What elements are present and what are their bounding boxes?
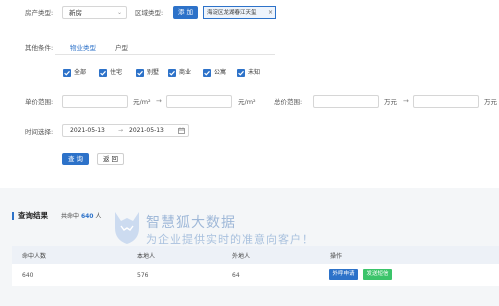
tab-divider xyxy=(55,54,275,55)
check-icon xyxy=(100,70,106,76)
range-arrow: → xyxy=(403,97,409,105)
results-title: 查询结果 xyxy=(18,211,48,220)
results-section: 查询结果 共命中 640 人 智慧狐大数据 为企业提供实时的准意向客户！ 命中人… xyxy=(0,188,499,306)
close-icon[interactable]: × xyxy=(268,8,273,18)
checkbox-villa-label: 别墅 xyxy=(147,69,160,76)
check-icon xyxy=(137,70,143,76)
time-label: 时间选择: xyxy=(25,128,54,136)
col-nonlocal-header: 外地人 xyxy=(232,253,251,260)
checkbox-residential-label: 住宅 xyxy=(110,69,123,76)
table-header: 命中人数 本地人 外地人 操作 xyxy=(12,246,499,264)
cell-hits: 640 xyxy=(22,272,34,279)
other-conditions-label: 其他条件: xyxy=(25,44,54,52)
checkbox-residential[interactable] xyxy=(99,69,107,77)
unit-price-unit-max: 元/m² xyxy=(238,98,256,106)
checkbox-commercial-label: 商业 xyxy=(179,69,192,76)
checkbox-all[interactable] xyxy=(63,69,71,77)
cell-nonlocal: 64 xyxy=(232,272,240,279)
property-type-label: 房产类型: xyxy=(25,9,54,17)
checkbox-commercial[interactable] xyxy=(168,69,176,77)
send-sms-button[interactable]: 发送短信 xyxy=(363,269,392,280)
watermark-line1: 智慧狐大数据 xyxy=(146,215,236,231)
chevron-down-icon: ⌄ xyxy=(116,9,122,16)
tab-property-type[interactable]: 物业类型 xyxy=(70,43,96,53)
date-arrow: → xyxy=(118,127,124,134)
total-price-unit-max: 万元 xyxy=(484,98,497,106)
region-tag: 海淀区龙湖春江天玺 × xyxy=(203,6,276,19)
total-price-label: 总价范围: xyxy=(274,98,303,106)
unit-price-min-input[interactable] xyxy=(62,95,128,108)
property-type-value: 新房 xyxy=(69,9,82,17)
col-actions-header: 操作 xyxy=(330,253,343,260)
table-row: 640 576 64 外呼申请 发送短信 xyxy=(12,264,499,286)
count-suffix: 人 xyxy=(95,213,102,220)
total-price-unit: 万元 xyxy=(384,98,397,106)
checkbox-unknown-label: 未知 xyxy=(248,69,261,76)
watermark-line2: 为企业提供实时的准意向客户！ xyxy=(146,233,314,246)
search-button[interactable]: 查 询 xyxy=(62,153,89,165)
check-icon xyxy=(169,70,175,76)
total-price-min-input[interactable] xyxy=(313,95,379,108)
col-local-header: 本地人 xyxy=(137,253,156,260)
outbound-call-button[interactable]: 外呼申请 xyxy=(329,269,358,280)
count-value: 640 xyxy=(80,213,94,220)
region-type-label: 区域类型: xyxy=(135,9,164,17)
count-prefix: 共命中 xyxy=(61,213,80,220)
range-arrow: → xyxy=(156,97,162,105)
checkbox-all-label: 全部 xyxy=(74,69,87,76)
date-end: 2021-05-13 xyxy=(129,127,164,134)
fox-logo-watermark xyxy=(112,208,142,248)
cell-local: 576 xyxy=(137,272,149,279)
check-icon xyxy=(64,70,70,76)
check-icon xyxy=(238,70,244,76)
region-tag-label: 海淀区龙湖春江天玺 xyxy=(207,10,257,16)
checkbox-villa[interactable] xyxy=(136,69,144,77)
unit-price-max-input[interactable] xyxy=(166,95,232,108)
add-button[interactable]: 添 加 xyxy=(173,6,198,19)
unit-price-unit: 元/m² xyxy=(133,98,151,106)
unit-price-label: 单价范围: xyxy=(25,98,54,106)
property-type-select[interactable]: 新房 ⌄ xyxy=(62,6,127,19)
calendar-icon xyxy=(178,127,185,136)
check-icon xyxy=(204,70,210,76)
total-price-max-input[interactable] xyxy=(413,95,479,108)
date-start: 2021-05-13 xyxy=(70,127,105,134)
checkbox-apartment[interactable] xyxy=(203,69,211,77)
checkbox-unknown[interactable] xyxy=(237,69,245,77)
back-button[interactable]: 返 回 xyxy=(97,153,124,165)
tab-layout[interactable]: 户型 xyxy=(115,43,128,53)
section-accent-bar xyxy=(12,212,14,220)
results-count: 共命中 640 人 xyxy=(61,212,101,222)
col-hits-header: 命中人数 xyxy=(22,253,47,260)
date-range-picker[interactable]: 2021-05-13 → 2021-05-13 xyxy=(62,124,189,137)
checkbox-apartment-label: 公寓 xyxy=(214,69,227,76)
